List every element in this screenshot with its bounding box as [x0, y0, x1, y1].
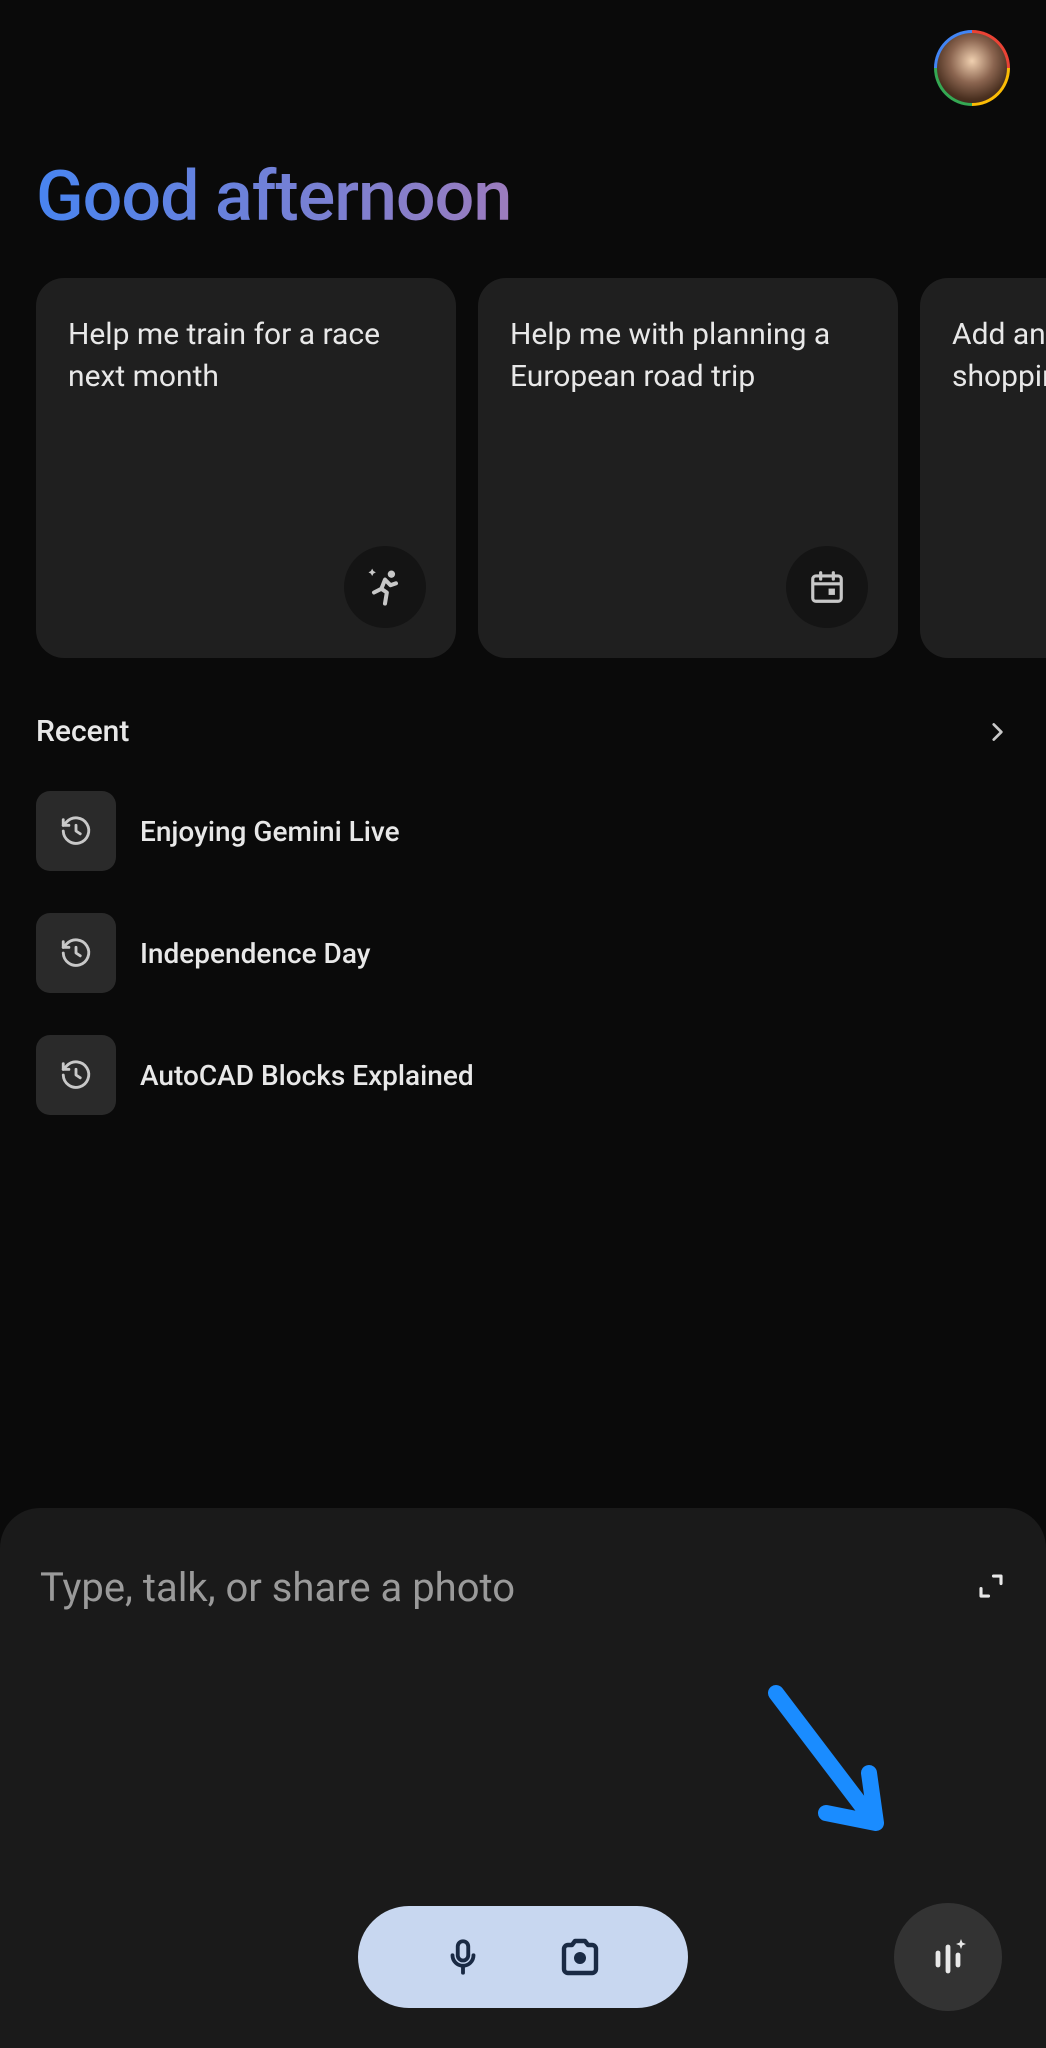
history-icon — [36, 791, 116, 871]
recent-title: Recent — [36, 714, 129, 749]
suggestion-card[interactable]: Add an item to my shopping list — [920, 278, 1046, 658]
mic-camera-button[interactable] — [358, 1906, 688, 2008]
microphone-icon — [442, 1936, 484, 1978]
expand-icon[interactable] — [976, 1571, 1006, 1605]
recent-item[interactable]: Independence Day — [36, 913, 1010, 993]
history-icon — [36, 913, 116, 993]
suggestion-cards-row: Help me train for a race next month Help… — [0, 268, 1046, 658]
input-panel: Type, talk, or share a photo — [0, 1508, 1046, 2048]
camera-icon — [556, 1933, 604, 1981]
profile-avatar[interactable] — [934, 30, 1010, 106]
suggestion-card-text: Help me train for a race next month — [68, 314, 424, 398]
greeting-text: Good afternoon — [0, 106, 1046, 268]
prompt-input[interactable]: Type, talk, or share a photo — [40, 1564, 515, 1611]
suggestion-card[interactable]: Help me train for a race next month — [36, 278, 456, 658]
recent-item-label: AutoCAD Blocks Explained — [140, 1059, 474, 1092]
waveform-sparkle-icon — [924, 1933, 972, 1981]
recent-item-label: Enjoying Gemini Live — [140, 815, 400, 848]
live-voice-button[interactable] — [894, 1903, 1002, 2011]
running-sparkle-icon — [344, 546, 426, 628]
recent-item-label: Independence Day — [140, 937, 370, 970]
recent-item[interactable]: AutoCAD Blocks Explained — [36, 1035, 1010, 1115]
suggestion-card-text: Help me with planning a European road tr… — [510, 314, 866, 398]
chevron-right-icon — [984, 719, 1010, 745]
suggestion-card-text: Add an item to my shopping list — [952, 314, 1046, 398]
avatar-image — [937, 33, 1007, 103]
history-icon — [36, 1035, 116, 1115]
recent-header[interactable]: Recent — [36, 714, 1010, 749]
recent-item[interactable]: Enjoying Gemini Live — [36, 791, 1010, 871]
suggestion-card[interactable]: Help me with planning a European road tr… — [478, 278, 898, 658]
calendar-icon — [786, 546, 868, 628]
